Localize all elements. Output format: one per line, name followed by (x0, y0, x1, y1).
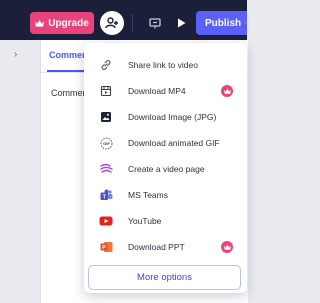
menu-item-download-mp4[interactable]: Download MP4 (84, 79, 247, 103)
menu-item-download-image[interactable]: Download Image (JPG) (84, 105, 247, 129)
brush-icon (99, 162, 113, 176)
menu-item-youtube[interactable]: YouTube (84, 209, 247, 233)
more-options-button[interactable]: More options (88, 265, 241, 290)
comments-heading: Commer (51, 88, 86, 98)
menu-item-label: Download PPT (128, 242, 185, 252)
ms-teams-icon: T (99, 188, 113, 202)
publish-menu: Share link to video Download MP4 Downloa… (84, 43, 247, 293)
present-button[interactable] (144, 12, 166, 34)
menu-item-share-link[interactable]: Share link to video (84, 53, 247, 77)
menu-item-label: Download MP4 (128, 86, 186, 96)
chevron-right-icon[interactable]: › (14, 49, 17, 60)
menu-item-label: Download animated GIF (128, 138, 220, 148)
menu-item-ms-teams[interactable]: T MS Teams (84, 183, 247, 207)
present-icon (149, 17, 161, 28)
chevron-down-icon (245, 22, 247, 24)
add-user-button[interactable] (100, 11, 124, 35)
play-icon (177, 18, 185, 28)
menu-item-label: YouTube (128, 216, 162, 226)
menu-item-label: Share link to video (128, 60, 198, 70)
link-icon (99, 58, 113, 72)
add-user-icon (105, 17, 118, 29)
menu-item-label: MS Teams (128, 190, 168, 200)
menu-item-label: Create a video page (128, 164, 205, 174)
premium-crown-icon (221, 241, 233, 253)
tab-comments[interactable]: Commen (49, 50, 88, 60)
svg-text:P: P (102, 245, 106, 251)
image-icon (99, 110, 113, 124)
gif-icon: GIF (99, 136, 113, 150)
youtube-icon (99, 214, 113, 228)
menu-item-label: Download Image (JPG) (128, 112, 217, 122)
crown-icon (35, 19, 45, 27)
top-toolbar: Upgrade Publish (0, 0, 247, 40)
premium-crown-icon (221, 85, 233, 97)
upgrade-label: Upgrade (48, 17, 89, 29)
film-icon (99, 84, 113, 98)
toolbar-divider (132, 14, 133, 32)
menu-item-download-ppt[interactable]: P Download PPT (84, 235, 247, 259)
play-button[interactable] (170, 12, 192, 34)
menu-item-create-video-page[interactable]: Create a video page (84, 157, 247, 181)
powerpoint-icon: P (99, 240, 113, 254)
publish-button[interactable]: Publish (196, 11, 247, 35)
menu-item-download-gif[interactable]: GIF Download animated GIF (84, 131, 247, 155)
left-sidebar: › (0, 40, 40, 303)
svg-text:GIF: GIF (103, 141, 110, 146)
upgrade-button[interactable]: Upgrade (30, 12, 94, 34)
publish-label: Publish (205, 17, 242, 29)
